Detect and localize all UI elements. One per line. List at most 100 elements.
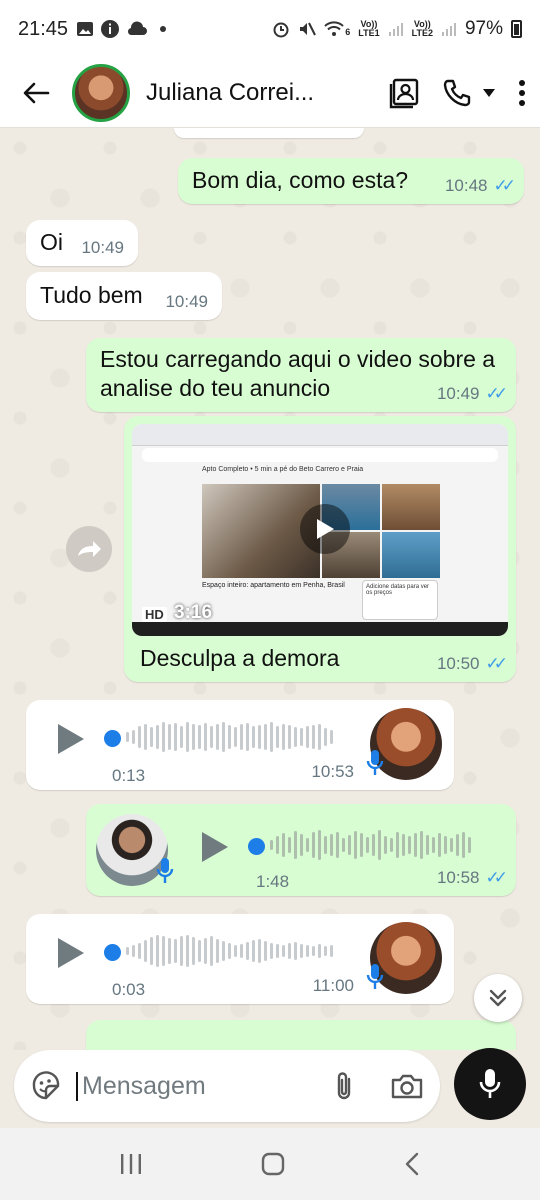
message-meta: 10:49 xyxy=(165,292,208,312)
carrier-2-sub: LTE2 xyxy=(411,28,433,38)
voice-play-button[interactable] xyxy=(58,724,84,754)
voice-progress-dot[interactable] xyxy=(248,838,265,855)
browser-url-bar xyxy=(142,448,498,462)
waveform-bar xyxy=(270,840,273,850)
chat-header: Juliana Correi... xyxy=(0,58,540,128)
waveform-bar xyxy=(318,830,321,860)
chat-area[interactable]: Bom dia, como esta? 10:48 ✓✓ Oi 10:49 Tud… xyxy=(0,128,540,1050)
scroll-to-bottom-button[interactable] xyxy=(474,974,522,1022)
voice-progress-dot[interactable] xyxy=(104,944,121,961)
message-time: 11:00 xyxy=(312,976,354,995)
read-ticks-icon: ✓✓ xyxy=(493,176,516,195)
waveform-bar xyxy=(138,943,141,959)
contact-avatar[interactable] xyxy=(72,63,130,122)
more-vertical-icon[interactable] xyxy=(518,79,526,107)
waveform-bar xyxy=(426,835,429,855)
message-time: 10:58 xyxy=(436,868,480,887)
partial-message[interactable] xyxy=(174,128,364,138)
hd-badge: HD xyxy=(142,607,167,622)
waveform-bar xyxy=(264,724,267,750)
wifi-badge: 6 xyxy=(345,27,351,37)
alarm-icon xyxy=(273,22,289,38)
message-bubble[interactable]: Estou carregando aqui o video sobre a an… xyxy=(86,338,516,412)
waveform-bar xyxy=(216,939,219,963)
voice-play-button[interactable] xyxy=(202,832,228,862)
contact-name[interactable]: Juliana Correi... xyxy=(146,79,324,107)
message-bubble[interactable]: Oi 10:49 xyxy=(26,220,138,266)
waveform-bar xyxy=(366,837,369,853)
waveform-bar xyxy=(462,832,465,858)
record-voice-button[interactable] xyxy=(454,1048,526,1120)
message-time: 10:50 xyxy=(436,654,480,673)
voice-duration: 1:48 xyxy=(256,872,290,891)
voice-waveform[interactable] xyxy=(126,934,333,968)
waveform-bar xyxy=(132,730,135,744)
waveform-bar xyxy=(204,723,207,751)
voice-waveform[interactable] xyxy=(270,828,471,862)
voice-message-bubble[interactable]: 1:48 10:58 ✓✓ xyxy=(86,804,516,896)
voice-progress-dot[interactable] xyxy=(104,730,121,747)
video-thumbnail[interactable]: Apto Completo • 5 min a pé do Beto Carre… xyxy=(132,424,508,636)
forward-icon xyxy=(78,541,101,557)
status-bar: 21:45 6 Vo)) LTE1 Vo)) LTE2 97% xyxy=(0,0,540,58)
waveform-bar xyxy=(282,945,285,957)
voice-message-bubble[interactable]: 0:03 11:00 xyxy=(26,914,454,1004)
waveform-bar xyxy=(228,943,231,959)
message-time: 10:48 xyxy=(444,176,488,195)
message-bubble[interactable]: Bom dia, como esta? 10:48 ✓✓ xyxy=(178,158,524,204)
video-booking-box: Adicione datas para ver os preços xyxy=(362,580,438,620)
waveform-bar xyxy=(276,836,279,854)
contact-card-icon[interactable] xyxy=(388,77,420,109)
status-right: 6 Vo)) LTE1 Vo)) LTE2 97% xyxy=(272,18,522,40)
message-input[interactable] xyxy=(76,1071,286,1101)
camera-icon[interactable] xyxy=(390,1072,424,1100)
voice-play-button[interactable] xyxy=(58,938,84,968)
voice-message-bubble[interactable]: 0:13 10:53 xyxy=(26,700,454,790)
call-menu[interactable] xyxy=(442,78,496,108)
phone-icon[interactable] xyxy=(442,78,472,108)
video-caption: Desculpa a demora xyxy=(140,645,340,671)
waveform-bar xyxy=(282,833,285,857)
message-time: 10:53 xyxy=(311,762,354,781)
waveform-bar xyxy=(288,837,291,853)
home-icon[interactable] xyxy=(260,1151,286,1177)
waveform-bar xyxy=(354,831,357,859)
gallery-icon xyxy=(77,22,94,36)
message-text: Bom dia, como esta? xyxy=(192,167,409,193)
message-bubble[interactable]: Tudo bem 10:49 xyxy=(26,272,222,320)
waveform-bar xyxy=(126,947,129,955)
video-duration: 3:16 xyxy=(174,602,213,623)
message-meta: 10:53 xyxy=(311,762,354,782)
battery-percent: 97% xyxy=(464,18,503,39)
forward-button[interactable] xyxy=(66,526,112,572)
video-listing-text: Espaço inteiro: apartamento em Penha, Br… xyxy=(202,582,345,589)
back-button[interactable] xyxy=(14,71,58,115)
back-nav-icon[interactable] xyxy=(402,1151,422,1177)
waveform-bar xyxy=(222,941,225,961)
waveform-bar xyxy=(228,725,231,749)
more-notifications-dot xyxy=(160,26,167,32)
voice-waveform[interactable] xyxy=(126,720,333,754)
waveform-bar xyxy=(396,832,399,858)
carrier-1: Vo)) LTE1 xyxy=(358,20,379,38)
waveform-bar xyxy=(270,722,273,752)
waveform-bar xyxy=(372,834,375,856)
waveform-bar xyxy=(330,945,333,957)
waveform-bar xyxy=(330,730,333,744)
waveform-bar xyxy=(180,726,183,748)
video-message-bubble[interactable]: Apto Completo • 5 min a pé do Beto Carre… xyxy=(124,416,516,682)
recent-apps-icon[interactable] xyxy=(118,1152,144,1176)
arrow-left-icon xyxy=(23,82,50,103)
waveform-bar xyxy=(312,832,315,858)
carrier-1-sub: LTE1 xyxy=(358,28,380,38)
caret-down-icon[interactable] xyxy=(482,88,496,98)
wifi-indicator: 6 xyxy=(324,21,350,37)
partial-message[interactable] xyxy=(86,1020,516,1050)
waveform-bar xyxy=(330,834,333,856)
waveform-bar xyxy=(150,937,153,965)
sticker-icon[interactable] xyxy=(30,1070,62,1102)
paperclip-icon[interactable] xyxy=(334,1070,354,1102)
waveform-bar xyxy=(408,836,411,854)
video-play-button[interactable] xyxy=(300,504,350,554)
waveform-bar xyxy=(240,944,243,958)
